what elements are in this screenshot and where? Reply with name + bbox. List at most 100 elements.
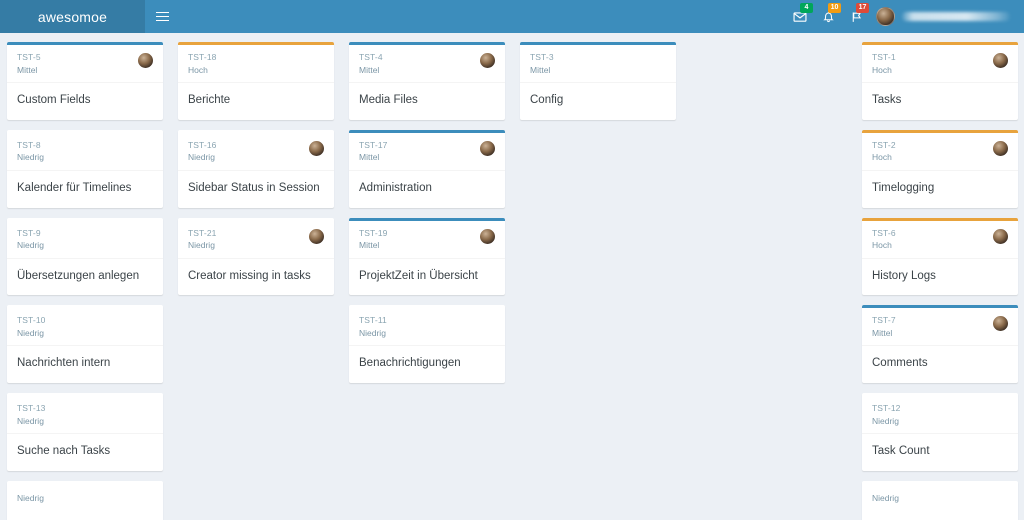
- task-card-title[interactable]: Sidebar Status in Session: [178, 171, 334, 208]
- task-card-priority: Niedrig: [872, 415, 899, 426]
- task-card[interactable]: TST-1 Hoch Tasks: [862, 42, 1018, 120]
- task-card-meta: TST-4 Mittel: [359, 52, 383, 75]
- task-card[interactable]: TST-11 Niedrig Benachrichtigungen: [349, 305, 505, 384]
- task-card-meta: TST-18 Hoch: [188, 52, 216, 75]
- board-column: TST-4 Mittel Media Files TST-17 Mittel Admini…: [342, 42, 512, 520]
- task-card-key[interactable]: TST-11: [359, 315, 387, 326]
- task-card-title[interactable]: ProjektZeit in Übersicht: [349, 259, 505, 296]
- task-card-header: TST-12 Niedrig: [862, 396, 1018, 435]
- task-card-key[interactable]: TST-18: [188, 52, 216, 63]
- task-card-title[interactable]: Media Files: [349, 83, 505, 120]
- task-card-title[interactable]: Suche nach Tasks: [7, 434, 163, 471]
- task-card-title[interactable]: Comments: [862, 346, 1018, 383]
- task-card-assignee-avatar: [993, 140, 1008, 156]
- app-logo-label: awesomoe: [37, 8, 108, 25]
- notifications-menu-button[interactable]: 10: [814, 0, 842, 33]
- task-card-assignee-avatar: [993, 316, 1008, 332]
- task-card[interactable]: TST-5 Mittel Custom Fields: [7, 42, 163, 120]
- task-card[interactable]: TST-10 Niedrig Nachrichten intern: [7, 305, 163, 384]
- task-card-header: TST-9 Niedrig: [7, 221, 163, 259]
- task-card[interactable]: TST-16 Niedrig Sidebar Status in Session: [178, 129, 334, 208]
- task-card-priority: Mittel: [17, 64, 38, 75]
- task-card-header: TST-6 Hoch: [862, 221, 1018, 259]
- task-card-header: TST-1 Hoch: [862, 45, 1018, 83]
- task-card[interactable]: TST-4 Mittel Media Files: [349, 42, 505, 120]
- task-card[interactable]: TST-21 Niedrig Creator missing in tasks: [178, 217, 334, 296]
- task-card[interactable]: TST-17 Mittel Administration: [349, 129, 505, 208]
- task-card-title[interactable]: Config: [520, 83, 676, 120]
- task-card-priority: Niedrig: [17, 328, 44, 339]
- sidebar-toggle-button[interactable]: [145, 0, 179, 33]
- task-card-title[interactable]: Timelogging: [862, 171, 1018, 208]
- task-card-title[interactable]: Benachrichtigungen: [349, 346, 505, 383]
- task-card[interactable]: TST-18 Hoch Berichte: [178, 42, 334, 120]
- task-card-priority: Hoch: [872, 152, 892, 163]
- task-card-key[interactable]: TST-9: [17, 228, 44, 239]
- task-card-key[interactable]: TST-7: [872, 315, 896, 326]
- task-card-key[interactable]: TST-17: [359, 140, 387, 151]
- task-card-meta: TST-12 Niedrig: [872, 403, 900, 426]
- task-card-key[interactable]: TST-6: [872, 228, 896, 239]
- task-card-meta: TST-10 Niedrig: [17, 315, 45, 338]
- task-card-title[interactable]: History Logs: [862, 259, 1018, 296]
- task-card-key[interactable]: TST-5: [17, 52, 41, 63]
- task-card[interactable]: TST-13 Niedrig Suche nach Tasks: [7, 393, 163, 471]
- task-card[interactable]: TST-7 Mittel Comments: [862, 305, 1018, 384]
- task-card-title[interactable]: Task Count: [862, 434, 1018, 471]
- messages-menu-button[interactable]: 4: [786, 0, 814, 33]
- task-card-title[interactable]: Administration: [349, 171, 505, 208]
- task-card-title[interactable]: Nachrichten intern: [7, 346, 163, 383]
- task-card-priority: Mittel: [872, 328, 893, 339]
- task-card-meta: TST-11 Niedrig: [359, 315, 387, 338]
- task-card-key[interactable]: TST-21: [188, 228, 216, 239]
- task-card-priority: Niedrig: [359, 328, 386, 339]
- task-card[interactable]: Niedrig: [862, 480, 1018, 520]
- task-card-priority: Niedrig: [872, 492, 899, 503]
- main-header: awesomoe 4 10 17: [0, 0, 1024, 33]
- task-card-key[interactable]: TST-8: [17, 140, 44, 151]
- task-card-priority: Hoch: [188, 64, 208, 75]
- task-card-key[interactable]: TST-12: [872, 403, 900, 414]
- task-card-title[interactable]: Kalender für Timelines: [7, 171, 163, 208]
- task-card-title[interactable]: Berichte: [178, 83, 334, 120]
- task-card-title[interactable]: Creator missing in tasks: [178, 259, 334, 296]
- task-card[interactable]: TST-9 Niedrig Übersetzungen anlegen: [7, 217, 163, 296]
- task-card-meta: Niedrig: [872, 491, 899, 504]
- task-card[interactable]: TST-12 Niedrig Task Count: [862, 393, 1018, 471]
- task-card-priority: Niedrig: [188, 152, 215, 163]
- task-card-header: TST-3 Mittel: [520, 45, 676, 83]
- task-card-key[interactable]: TST-3: [530, 52, 554, 63]
- task-card-assignee-avatar: [138, 53, 153, 68]
- task-card-key[interactable]: TST-2: [872, 140, 896, 151]
- task-card-header: TST-7 Mittel: [862, 308, 1018, 347]
- task-card-header: TST-4 Mittel: [349, 45, 505, 83]
- task-card-key[interactable]: TST-1: [872, 52, 896, 63]
- task-card[interactable]: Niedrig: [7, 480, 163, 520]
- user-avatar-icon: [876, 7, 895, 26]
- task-card-key[interactable]: TST-13: [17, 403, 45, 414]
- task-card-key[interactable]: TST-19: [359, 228, 387, 239]
- task-card-header: TST-13 Niedrig: [7, 396, 163, 435]
- user-menu-button[interactable]: [870, 0, 1018, 33]
- app-logo[interactable]: awesomoe: [0, 0, 145, 33]
- task-card[interactable]: TST-6 Hoch History Logs: [862, 217, 1018, 296]
- task-card[interactable]: TST-8 Niedrig Kalender für Timelines: [7, 129, 163, 208]
- task-card[interactable]: TST-3 Mittel Config: [520, 42, 676, 120]
- task-card-meta: TST-13 Niedrig: [17, 403, 45, 426]
- task-card-header: TST-19 Mittel: [349, 221, 505, 259]
- task-card[interactable]: TST-19 Mittel ProjektZeit in Übersicht: [349, 217, 505, 296]
- tasks-menu-button[interactable]: 17: [842, 0, 870, 33]
- task-card-title[interactable]: Tasks: [862, 83, 1018, 120]
- task-card-key[interactable]: TST-4: [359, 52, 383, 63]
- task-card-key[interactable]: TST-10: [17, 315, 45, 326]
- task-card-meta: TST-8 Niedrig: [17, 140, 44, 163]
- task-card[interactable]: TST-2 Hoch Timelogging: [862, 129, 1018, 208]
- task-card-title[interactable]: Übersetzungen anlegen: [7, 259, 163, 296]
- task-card-assignee-avatar: [480, 140, 495, 156]
- task-card-priority: Hoch: [872, 240, 892, 251]
- task-card-meta: TST-6 Hoch: [872, 228, 896, 251]
- header-spacer: [179, 0, 786, 33]
- task-card-title[interactable]: Custom Fields: [7, 83, 163, 120]
- task-card-assignee-avatar: [993, 228, 1008, 244]
- task-card-key[interactable]: TST-16: [188, 140, 216, 151]
